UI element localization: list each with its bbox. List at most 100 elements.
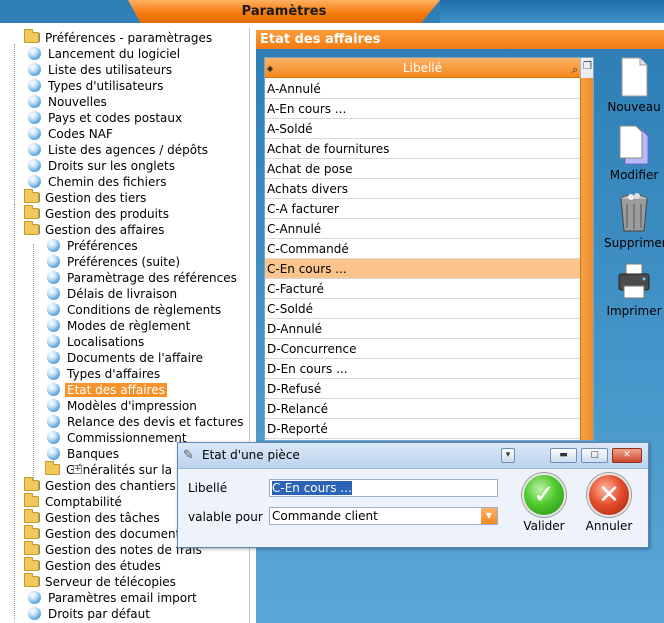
tree-item[interactable]: Etat des affaires: [47, 382, 167, 398]
ball-icon: [28, 175, 41, 188]
status-dialog: ✎ Etat d'une pièce ▾ ▬ ▢ ✕ Libellé C-En …: [177, 442, 649, 548]
list-item[interactable]: C-Soldé: [265, 299, 580, 319]
tree-item[interactable]: Localisations: [47, 334, 146, 350]
tree-item-label: Délais de livraison: [67, 287, 178, 301]
tree-item[interactable]: Délais de livraison: [47, 286, 179, 302]
tree-item[interactable]: Lancement du logiciel: [28, 46, 182, 62]
tree-item-label: Documents de l'affaire: [67, 351, 204, 365]
column-header-libelle[interactable]: ◆ Libellé ⌕: [265, 58, 580, 78]
tree-item[interactable]: +Gestion des chantiers: [24, 477, 178, 494]
tree-item[interactable]: Conditions de règlements: [47, 302, 223, 318]
ball-icon: [28, 63, 41, 76]
tree-item[interactable]: Chemin des fichiers: [28, 174, 169, 190]
tree-item[interactable]: Documents de l'affaire: [47, 350, 205, 366]
list-item[interactable]: A-Soldé: [265, 119, 580, 139]
tree-item[interactable]: Codes NAF: [28, 126, 115, 142]
tree-item[interactable]: +Gestion des tiers: [24, 189, 148, 206]
tree-item[interactable]: -Préférences - paramètrages: [24, 29, 214, 46]
list-item[interactable]: D-Annulé: [265, 319, 580, 339]
sort-icon[interactable]: ◆: [267, 59, 273, 79]
valable-select[interactable]: Commande client: [269, 507, 498, 525]
libelle-input[interactable]: C-En cours ...: [269, 479, 498, 497]
folder-icon: [24, 541, 39, 555]
tree-item[interactable]: Commissionnement: [47, 430, 189, 446]
tree-item[interactable]: + Généralités sur la p: [45, 461, 186, 478]
list-item[interactable]: D-Refusé: [265, 379, 580, 399]
dialog-title-bar[interactable]: ✎ Etat d'une pièce ▾ ▬ ▢ ✕: [178, 443, 648, 469]
tree-item[interactable]: Types d'affaires: [47, 366, 162, 382]
new-document-icon: [616, 56, 652, 98]
new-button[interactable]: Nouveau: [604, 56, 664, 114]
print-button[interactable]: Imprimer: [604, 260, 664, 318]
list-item[interactable]: A-En cours ...: [265, 99, 580, 119]
tree-item[interactable]: Nouvelles: [28, 94, 109, 110]
delete-button[interactable]: Supprimer: [604, 192, 664, 250]
tree-item-label: Types d'utilisateurs: [48, 79, 164, 93]
tree-item[interactable]: +Gestion des études: [24, 557, 163, 574]
tree-item-label: Gestion des documents: [45, 527, 187, 541]
tree-item[interactable]: Modes de règlement: [47, 318, 192, 334]
folder-icon: [24, 477, 39, 491]
tree-item-label: Types d'affaires: [67, 367, 161, 381]
tree-item[interactable]: Droits par défaut: [28, 606, 152, 622]
dialog-menu-button[interactable]: ▾: [501, 448, 515, 463]
tree-item[interactable]: Modèles d'impression: [47, 398, 199, 414]
valable-value: Commande client: [272, 509, 378, 523]
list-item[interactable]: C-A facturer: [265, 199, 580, 219]
search-icon[interactable]: ⌕: [572, 60, 578, 80]
tree-guide-line: [33, 244, 34, 484]
tree-item[interactable]: Paramètrage des références: [47, 270, 239, 286]
tree-item[interactable]: -Gestion des affaires: [24, 221, 166, 238]
delete-button-label: Supprimer: [604, 236, 664, 250]
tree-item[interactable]: Préférences (suite): [47, 254, 182, 270]
validate-button[interactable]: ✓ Valider: [516, 473, 572, 533]
printer-icon: [616, 260, 652, 302]
list-item[interactable]: D-Reporté: [265, 419, 580, 439]
tree-item[interactable]: Préférences: [47, 238, 140, 254]
tree-item[interactable]: Paramètres email import: [28, 590, 199, 606]
list-item[interactable]: D-Concurrence: [265, 339, 580, 359]
list-item[interactable]: D-En cours ...: [265, 359, 580, 379]
chevron-down-icon[interactable]: ▼: [481, 508, 497, 524]
tree-item[interactable]: Relance des devis et factures: [47, 414, 246, 430]
tree-item[interactable]: Droits sur les onglets: [28, 158, 177, 174]
tree-item[interactable]: Liste des utilisateurs: [28, 62, 174, 78]
copy-icon[interactable]: ❐: [580, 58, 593, 78]
list-scrollbar[interactable]: [580, 78, 593, 440]
tree-item[interactable]: +Gestion des tâches: [24, 509, 162, 526]
tree-item-label: Conditions de règlements: [67, 303, 222, 317]
list-item[interactable]: A-Annulé: [265, 79, 580, 99]
ball-icon: [47, 351, 60, 364]
edit-button-label: Modifier: [609, 168, 659, 182]
tree-item[interactable]: Pays et codes postaux: [28, 110, 184, 126]
tree-item-label: Comptabilité: [45, 495, 122, 509]
cancel-button[interactable]: ✕ Annuler: [581, 473, 637, 533]
list-item[interactable]: C-Facturé: [265, 279, 580, 299]
tree-item[interactable]: +Serveur de télécopies: [24, 573, 178, 590]
list-item[interactable]: Achats divers: [265, 179, 580, 199]
expand-icon[interactable]: +: [73, 465, 82, 474]
list-item[interactable]: Achat de pose: [265, 159, 580, 179]
tree-item[interactable]: Liste des agences / dépôts: [28, 142, 210, 158]
ball-icon: [47, 303, 60, 316]
tree-item-label: Gestion des tiers: [45, 191, 147, 205]
list-item[interactable]: C-En cours ...: [265, 259, 580, 279]
tree-item[interactable]: Types d'utilisateurs: [28, 78, 165, 94]
tree-item[interactable]: +Gestion des produits: [24, 205, 171, 222]
ball-icon: [47, 447, 60, 460]
list-item[interactable]: Achat de fournitures: [265, 139, 580, 159]
edit-button[interactable]: Modifier: [604, 124, 664, 182]
minimize-button[interactable]: ▬: [550, 448, 577, 463]
tree-item[interactable]: +Gestion des documents: [24, 525, 189, 542]
close-button[interactable]: ✕: [612, 448, 642, 463]
tree-item[interactable]: Comptabilité: [24, 493, 124, 510]
tree-item[interactable]: Banques: [47, 446, 121, 462]
folder-icon: [45, 461, 60, 475]
maximize-button[interactable]: ▢: [581, 448, 608, 463]
trash-icon: [616, 192, 652, 234]
list-item[interactable]: C-Annulé: [265, 219, 580, 239]
list-item[interactable]: C-Commandé: [265, 239, 580, 259]
status-list[interactable]: ◆ Libellé ⌕ ❐ A-Annulé A-En cours ... A-So…: [264, 57, 594, 441]
list-item[interactable]: D-Relancé: [265, 399, 580, 419]
tree-item-label: Localisations: [67, 335, 145, 349]
